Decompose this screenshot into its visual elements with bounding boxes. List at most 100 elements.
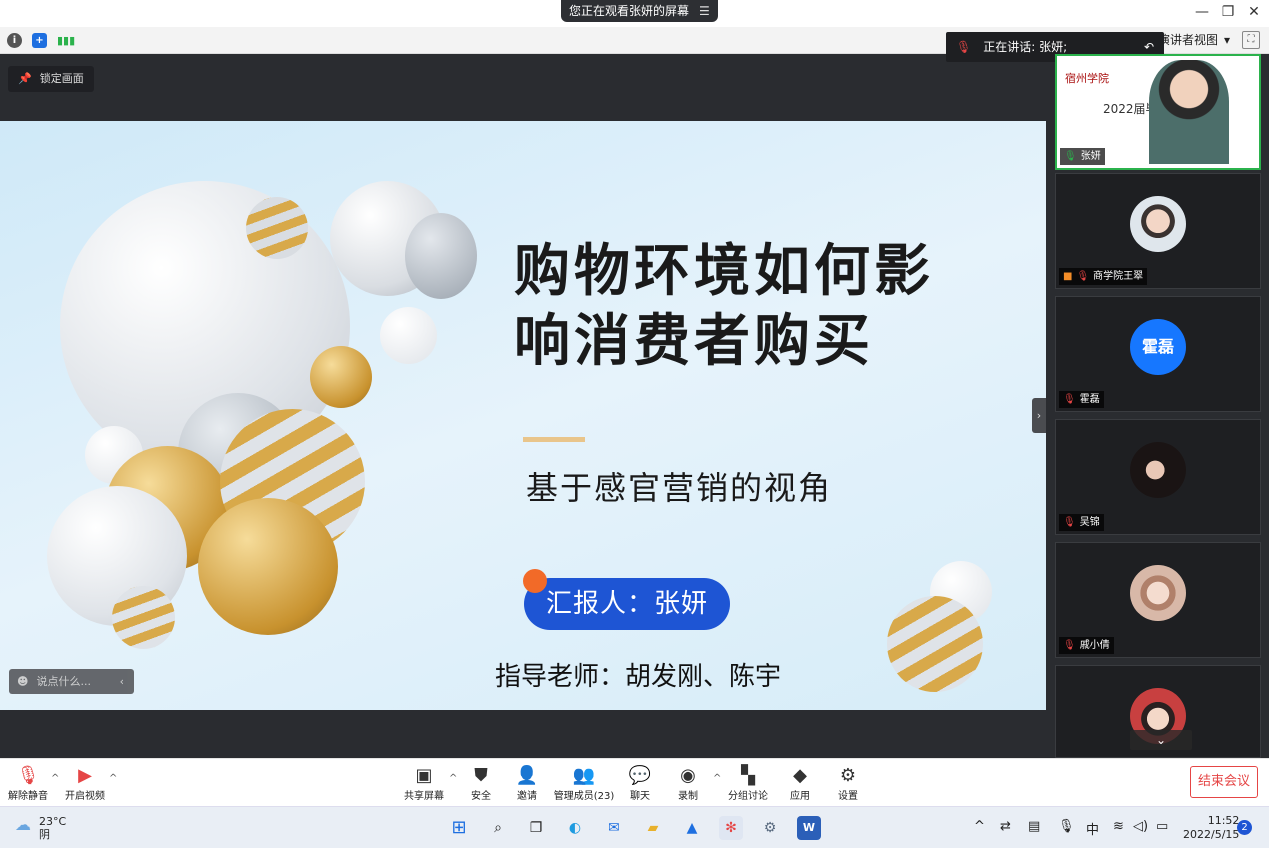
decor-ball — [887, 596, 983, 692]
slide-title-line: 购物环境如何影 — [514, 239, 934, 304]
volume-icon[interactable]: ◁) — [1133, 819, 1148, 834]
settings-button[interactable]: ⚙ 设置 — [820, 765, 876, 802]
notification-badge[interactable]: 2 — [1237, 820, 1252, 835]
close-button[interactable]: ✕ — [1244, 4, 1264, 20]
cloud-icon: ☁ — [15, 815, 31, 834]
mail-icon[interactable]: ✉ — [602, 816, 626, 840]
participant-name-tag: ■ 🎙 商学院王翠 — [1059, 268, 1148, 285]
slide-title-line: 响消费者购买 — [514, 309, 874, 374]
participant-tile[interactable]: 🎙 吴锦 — [1055, 419, 1261, 535]
unmute-button[interactable]: 🎙 解除静音 — [0, 765, 56, 802]
mic-muted-icon: 🎙 — [1076, 271, 1090, 282]
host-icon: ■ — [1063, 271, 1073, 282]
mic-icon[interactable]: 🎙 — [1058, 819, 1075, 834]
participant-tile[interactable]: 🎙 戚小倩 — [1055, 542, 1261, 658]
fullscreen-icon[interactable]: ⛶ — [1242, 31, 1260, 49]
search-icon[interactable]: ⌕ — [486, 816, 510, 840]
members-label: 管理成员(23) — [553, 791, 615, 802]
security-label: 安全 — [471, 791, 491, 802]
decor-ball — [405, 213, 477, 299]
meeting-window: 您正在观看张妍的屏幕 ☰ — ❐ ✕ i + ▮▮▮ 演讲者视图 ▾ ⛶ 📌 锁… — [0, 0, 1269, 848]
chevron-down-icon: ▾ — [1224, 33, 1231, 47]
users-icon: 👥 — [572, 765, 596, 786]
share-label: 共享屏幕 — [404, 791, 444, 802]
info-icon[interactable]: i — [7, 33, 22, 48]
gear-icon: ⚙ — [839, 765, 857, 786]
participant-tile[interactable]: ■ 🎙 商学院王翠 — [1055, 173, 1261, 289]
participant-name: 吴锦 — [1079, 517, 1100, 528]
chevron-left-icon[interactable]: ‹ — [120, 669, 124, 694]
sliders-icon[interactable]: ⇄ — [1000, 819, 1011, 834]
word-icon[interactable]: W — [797, 816, 821, 840]
avatar — [1130, 442, 1186, 498]
menu-icon[interactable]: ☰ — [699, 0, 710, 22]
participant-tile[interactable]: 宿州学院 2022届毕 答辩 🎙 张妍 — [1055, 54, 1261, 170]
gear-icon[interactable]: ⚙ — [758, 816, 782, 840]
participant-name: 商学院王翠 — [1093, 271, 1144, 282]
record-label: 录制 — [678, 791, 698, 802]
title-bar: 您正在观看张妍的屏幕 ☰ — ❐ ✕ — [0, 0, 1269, 27]
meeting-app-icon[interactable]: ✻ — [719, 816, 743, 840]
folder-icon[interactable]: ▰ — [641, 816, 665, 840]
avatar — [1130, 196, 1186, 252]
task-view-icon[interactable]: ❐ — [524, 816, 548, 840]
record-button[interactable]: ◉ 录制 — [660, 765, 716, 802]
battery-icon[interactable]: ▭ — [1156, 819, 1168, 834]
start-icon[interactable]: ⊞ — [447, 816, 471, 840]
divider — [523, 437, 585, 442]
photos-icon[interactable]: ▲ — [680, 816, 704, 840]
windows-taskbar: ☁ 23°C 阴 ⊞ ⌕ ❐ ◐ ✉ ▰ ▲ ✻ ⚙ W ^ ⇄ ▤ 🎙 中 ≋… — [0, 806, 1269, 848]
participant-name: 戚小倩 — [1079, 640, 1110, 651]
video-label: 开启视频 — [65, 791, 105, 802]
view-selector[interactable]: 演讲者视图 ▾ — [1158, 30, 1230, 51]
video-button[interactable]: ▶ 开启视频 — [57, 765, 113, 802]
participant-tile[interactable]: 霍磊 🎙 霍磊 — [1055, 296, 1261, 412]
mic-muted-icon: 🎙 — [956, 40, 972, 54]
chat-input[interactable]: ☻ 说点什么... ‹ — [9, 669, 134, 694]
decor-ball — [246, 197, 308, 259]
edge-icon[interactable]: ◐ — [563, 816, 587, 840]
settings-label: 设置 — [838, 791, 858, 802]
temperature: 23°C — [39, 815, 67, 828]
emoji-icon[interactable]: ☻ — [17, 669, 28, 694]
avatar: 霍磊 — [1130, 319, 1186, 375]
share-screen-button[interactable]: ▣ 共享屏幕 — [396, 765, 452, 802]
lock-screen-button[interactable]: 📌 锁定画面 — [8, 66, 94, 92]
mic-muted-icon: 🎙 — [16, 765, 40, 786]
tray-app-icon[interactable]: ▤ — [1028, 819, 1040, 834]
presenter-label: 汇报人：张妍 — [524, 578, 730, 630]
end-meeting-button[interactable]: 结束会议 — [1190, 766, 1258, 798]
restore-button[interactable]: ❐ — [1218, 4, 1238, 20]
signal-icon[interactable]: ▮▮▮ — [57, 33, 75, 48]
participant-video — [1149, 60, 1229, 164]
lock-label: 锁定画面 — [39, 72, 84, 85]
participant-name: 霍磊 — [1079, 394, 1100, 405]
invite-button[interactable]: 👤 邀请 — [499, 765, 555, 802]
breakout-label: 分组讨论 — [728, 791, 768, 802]
wifi-icon[interactable]: ≋ — [1113, 819, 1124, 834]
decor-ball — [198, 498, 338, 635]
breakout-button[interactable]: ▚ 分组讨论 — [720, 765, 776, 802]
advisor-label: 指导老师：胡发刚、陈宇 — [495, 662, 782, 692]
chevron-up-icon[interactable]: ^ — [974, 819, 985, 834]
chevron-up-icon[interactable]: ^ — [109, 773, 117, 784]
mic-muted-icon: 🎙 — [1063, 517, 1076, 528]
participant-tile[interactable]: ⌄ — [1055, 665, 1261, 758]
sharing-text: 您正在观看张妍的屏幕 — [569, 4, 690, 18]
weather-widget[interactable]: ☁ 23°C 阴 — [15, 815, 66, 841]
shield-icon[interactable]: + — [32, 33, 47, 48]
slide-title: 购物环境如何影 响消费者购买 — [514, 237, 1034, 377]
school-logo: 宿州学院 — [1065, 72, 1109, 85]
decor-ball — [380, 307, 437, 364]
ime-indicator[interactable]: 中 — [1086, 819, 1099, 838]
members-button[interactable]: 👥 管理成员(23) — [553, 765, 615, 802]
pin-icon: 📌 — [18, 72, 32, 85]
chevron-down-icon[interactable]: ⌄ — [1130, 730, 1192, 750]
minimize-button[interactable]: — — [1192, 4, 1212, 20]
sharing-indicator[interactable]: 您正在观看张妍的屏幕 ☰ — [561, 0, 718, 22]
clock[interactable]: 11:52 2022/5/15 — [1183, 814, 1239, 842]
invite-label: 邀请 — [517, 791, 537, 802]
apps-label: 应用 — [790, 791, 810, 802]
collapse-panel-button[interactable]: › — [1032, 398, 1046, 433]
decor-ball — [310, 346, 372, 408]
